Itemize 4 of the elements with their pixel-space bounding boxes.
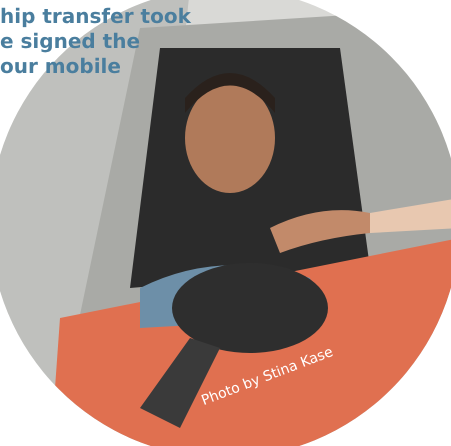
- photo-credit: Photo by Stina Kase: [199, 344, 336, 409]
- intro-text-line: e signed the: [0, 29, 140, 54]
- intro-text-line: our mobile: [0, 54, 121, 79]
- intro-text-line: hip transfer took: [0, 4, 191, 29]
